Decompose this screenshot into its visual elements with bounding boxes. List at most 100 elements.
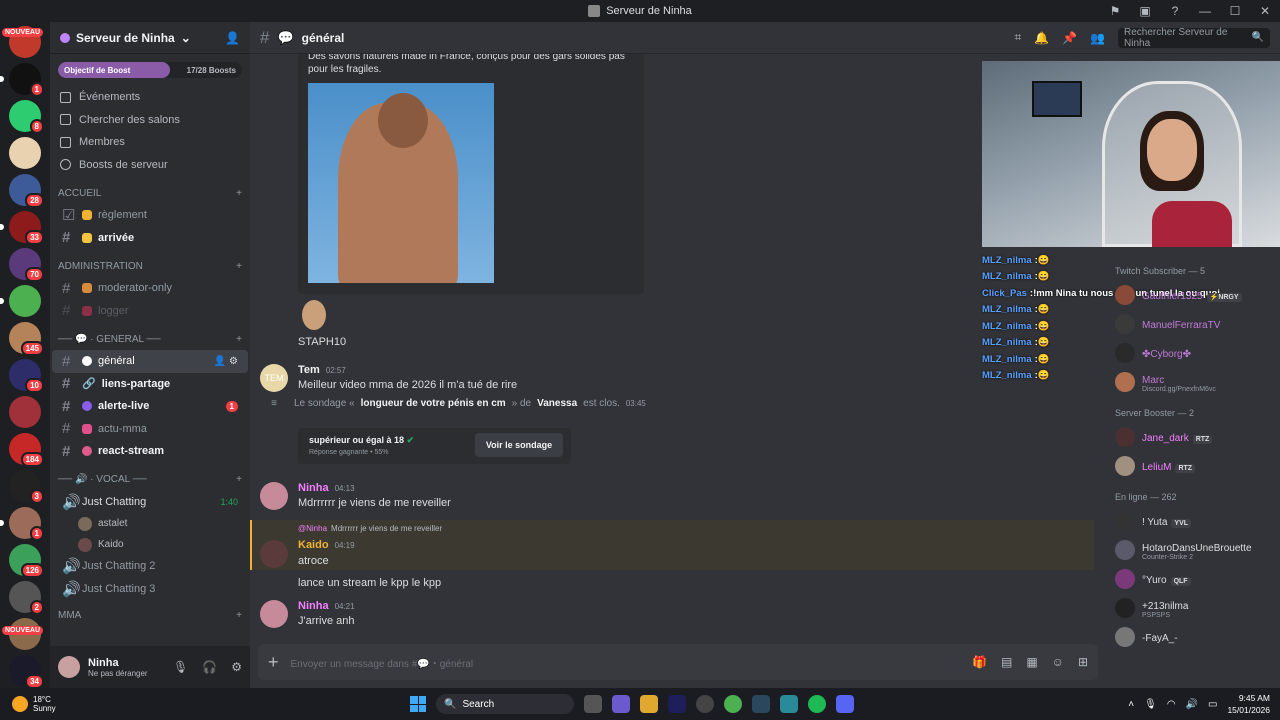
- member-item[interactable]: +213nilma PSPSPS: [1102, 593, 1280, 622]
- pin-icon[interactable]: 📌: [1062, 31, 1077, 45]
- guild-icon[interactable]: 145: [9, 322, 44, 356]
- message-composer[interactable]: + Envoyer un message dans #💬・général 🎁 ▤ ▦…: [258, 644, 1098, 680]
- channel-reglement[interactable]: ☑ règlement: [52, 204, 248, 227]
- plus-icon[interactable]: +: [236, 188, 242, 199]
- voice-user[interactable]: Kaido: [50, 534, 250, 555]
- view-poll-button[interactable]: Voir le sondage: [475, 433, 563, 457]
- guild-icon[interactable]: 3: [9, 470, 44, 504]
- member-item[interactable]: °Yuro QLF: [1102, 564, 1280, 593]
- spotify-icon[interactable]: [808, 695, 826, 713]
- member-list-icon[interactable]: 👥: [1090, 31, 1105, 45]
- channel-alerte-live[interactable]: # alerte-live 1: [52, 395, 248, 418]
- member-item[interactable]: Gauthier1325 ⚡NRGY: [1102, 280, 1280, 309]
- category-vocal[interactable]: ── 🔊 · VOCAL ── +: [50, 469, 250, 491]
- category-mma[interactable]: MMA +: [50, 604, 250, 626]
- microphone-icon[interactable]: 🎙: [173, 660, 188, 674]
- guild-icon[interactable]: 34: [9, 655, 44, 688]
- member-item[interactable]: HotaroDansUneBrouette Counter-Strike 2: [1102, 535, 1280, 564]
- boost-progress[interactable]: Objectif de Boost 17/28 Boosts: [58, 62, 242, 78]
- channel-arrivee[interactable]: # arrivée: [52, 227, 248, 250]
- channel-react-stream[interactable]: # react-stream: [52, 440, 248, 463]
- voice-user[interactable]: astalet: [50, 513, 250, 534]
- plus-icon[interactable]: +: [236, 334, 242, 345]
- battery-icon[interactable]: ▭: [1208, 699, 1217, 710]
- chevron-up-icon[interactable]: ˄: [1128, 699, 1134, 710]
- avatar[interactable]: [260, 600, 288, 628]
- volume-icon[interactable]: 🔊: [1186, 699, 1198, 710]
- app-icon[interactable]: [696, 695, 714, 713]
- discord-icon[interactable]: [836, 695, 854, 713]
- guild-icon[interactable]: 70: [9, 248, 44, 282]
- help-icon[interactable]: ?: [1160, 4, 1190, 18]
- channel-logger[interactable]: # logger: [52, 300, 248, 323]
- clock[interactable]: 9:45 AM 15/01/2026: [1227, 692, 1270, 716]
- avatar[interactable]: [260, 540, 288, 568]
- avatar[interactable]: [58, 656, 80, 678]
- category-general[interactable]: ── 💬 · GENERAL ── +: [50, 328, 250, 350]
- guild-icon[interactable]: [0, 285, 41, 317]
- app-icon[interactable]: [612, 695, 630, 713]
- voice-just-chatting-3[interactable]: 🔊 Just Chatting 3: [52, 578, 248, 601]
- voice-just-chatting-2[interactable]: 🔊 Just Chatting 2: [52, 555, 248, 578]
- member-item[interactable]: ManuelFerraraTV: [1102, 309, 1280, 338]
- inbox-icon[interactable]: ▣: [1130, 4, 1160, 18]
- file-explorer-icon[interactable]: [640, 695, 658, 713]
- member-item[interactable]: -FayA_-: [1102, 622, 1280, 651]
- guild-icon[interactable]: 184: [9, 433, 44, 467]
- task-view-icon[interactable]: [584, 695, 602, 713]
- avatar[interactable]: TEM: [260, 364, 288, 392]
- author-name[interactable]: Ninha: [298, 482, 329, 494]
- channel-settings-icon[interactable]: 👤 ⚙: [214, 356, 238, 367]
- emoji-icon[interactable]: ☺: [1052, 655, 1064, 669]
- member-item[interactable]: ✤Cyborg✤: [1102, 338, 1280, 367]
- maximize-button[interactable]: ☐: [1220, 4, 1250, 18]
- guild-icon[interactable]: [9, 396, 41, 428]
- threads-icon[interactable]: ⌗: [1014, 30, 1021, 45]
- guild-icon[interactable]: 10: [9, 359, 44, 393]
- wifi-icon[interactable]: ◠: [1167, 699, 1176, 710]
- nav-members[interactable]: Membres: [50, 131, 250, 154]
- guild-icon[interactable]: 126: [9, 544, 44, 578]
- channel-moderator-only[interactable]: # moderator-only: [52, 277, 248, 300]
- nav-browse-channels[interactable]: Chercher des salons: [50, 109, 250, 132]
- sticker-image[interactable]: [302, 300, 326, 330]
- member-item[interactable]: Marc Discord.gg/PnexfnM6vc: [1102, 367, 1280, 396]
- flag-icon[interactable]: ⚑: [1100, 4, 1130, 18]
- author-name[interactable]: Tem: [298, 364, 320, 376]
- app-icon[interactable]: [780, 695, 798, 713]
- plus-icon[interactable]: +: [236, 610, 242, 621]
- gift-icon[interactable]: 🎁: [972, 655, 987, 669]
- add-member-icon[interactable]: 👤: [225, 31, 240, 45]
- member-item[interactable]: LeliuM RTZ: [1102, 451, 1280, 480]
- taskbar-search[interactable]: 🔍 Search: [436, 694, 574, 714]
- search-input[interactable]: Rechercher Serveur de Ninha 🔍: [1118, 27, 1270, 49]
- gif-icon[interactable]: ▤: [1001, 655, 1012, 669]
- microphone-icon[interactable]: 🎙: [1144, 699, 1157, 710]
- settings-icon[interactable]: ⚙: [231, 660, 242, 674]
- guild-icon[interactable]: 33: [0, 211, 44, 245]
- guild-icon[interactable]: 2: [9, 581, 44, 615]
- headphones-icon[interactable]: 🎧: [202, 660, 217, 674]
- channel-general[interactable]: # général 👤 ⚙: [52, 350, 248, 373]
- windows-start-icon[interactable]: [410, 696, 426, 712]
- premiere-icon[interactable]: [668, 695, 686, 713]
- minimize-button[interactable]: —: [1190, 4, 1220, 18]
- message-input[interactable]: Envoyer un message dans #💬・général: [291, 655, 474, 670]
- upload-plus-icon[interactable]: +: [268, 652, 279, 673]
- sticker-icon[interactable]: ▦: [1026, 655, 1037, 669]
- channel-actu-mma[interactable]: # actu-mma: [52, 418, 248, 441]
- guild-icon[interactable]: 28: [9, 174, 44, 208]
- member-item[interactable]: Jane_dark RTZ: [1102, 422, 1280, 451]
- guild-icon[interactable]: 8: [9, 100, 44, 134]
- steam-icon[interactable]: [752, 695, 770, 713]
- apps-icon[interactable]: ⊞: [1078, 655, 1088, 669]
- plus-icon[interactable]: +: [236, 474, 242, 485]
- category-admin[interactable]: ADMINISTRATION +: [50, 255, 250, 277]
- bell-icon[interactable]: 🔔: [1034, 31, 1049, 45]
- guild-icon[interactable]: 1: [0, 507, 44, 541]
- chrome-icon[interactable]: [724, 695, 742, 713]
- close-button[interactable]: ✕: [1250, 4, 1280, 18]
- guild-icon[interactable]: [9, 137, 41, 169]
- nav-server-boosts[interactable]: Boosts de serveur: [50, 154, 250, 177]
- channel-liens-partage[interactable]: # 🔗 liens-partage: [52, 373, 248, 396]
